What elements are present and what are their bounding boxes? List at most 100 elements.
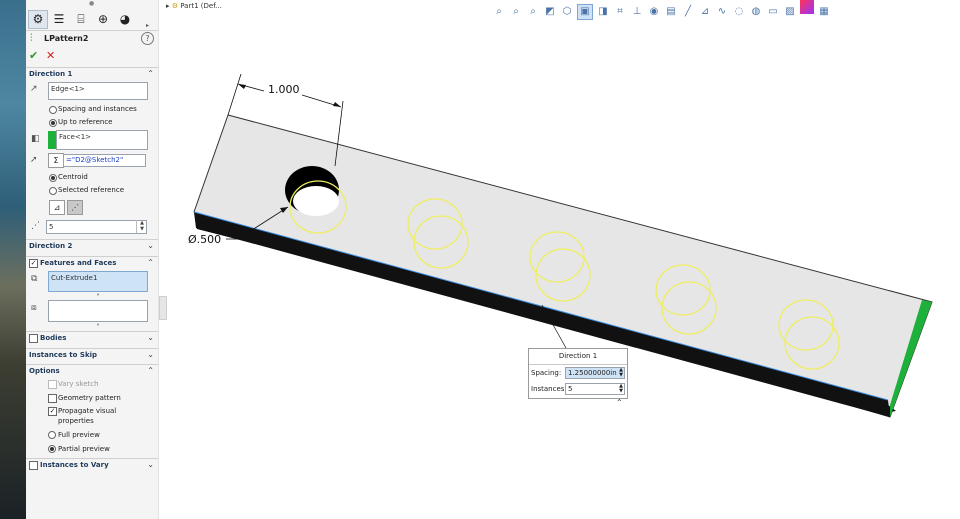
instances-vary-label: Instances to Vary — [40, 461, 109, 469]
instances-count-icon: ⋰ — [31, 221, 40, 231]
distance-dimension-label[interactable]: 1.000 — [268, 83, 300, 96]
tab-dimxpert-icon[interactable]: ⊕ — [94, 11, 112, 28]
instances-skip-section-header[interactable]: Instances to Skip ⌄ — [26, 348, 158, 363]
options-section-header[interactable]: Options ⌃ — [26, 364, 158, 379]
sketch-line-icon[interactable]: ╱ — [681, 5, 695, 19]
monitor-icon[interactable]: ▭ — [766, 5, 780, 19]
direction2-label: Direction 2 — [29, 242, 73, 250]
edit-appearance-icon[interactable]: ⊥ — [630, 5, 644, 19]
full-preview-label: Full preview — [58, 431, 100, 439]
offset-arrow-icon[interactable]: ➚ — [30, 155, 38, 165]
dim-extension-line — [227, 73, 242, 116]
tab-property-manager-icon[interactable]: ☰ — [50, 11, 68, 28]
zoom-to-area-icon[interactable]: ⌕ — [509, 5, 523, 19]
tab-feature-manager-icon[interactable]: ⚙ — [28, 10, 48, 29]
chevron-down-icon[interactable]: ⌄ — [147, 350, 154, 359]
direction1-callout: Direction 1 Spacing: 1.25000000in ▲ ▼ Ins… — [528, 348, 628, 399]
up-to-reference-radio[interactable] — [49, 119, 57, 127]
spacing-instances-radio[interactable] — [49, 106, 57, 114]
part-icon: ⚙ — [171, 2, 179, 10]
curve-tool-icon[interactable]: ∿ — [715, 5, 729, 19]
reference-face-field[interactable]: Face<1> — [56, 130, 148, 150]
partial-preview-radio[interactable] — [48, 445, 56, 453]
up-to-reference-label: Up to reference — [58, 118, 113, 126]
selected-reference-radio[interactable] — [49, 187, 57, 195]
display-style-icon[interactable]: ◨ — [596, 5, 610, 19]
sketch-tool-icon[interactable]: ⊿ — [698, 5, 712, 19]
cancel-close-icon[interactable]: ✕ — [46, 49, 55, 62]
features-to-pattern-icon: ⧉ — [31, 274, 38, 284]
help-icon[interactable]: ? — [141, 32, 154, 45]
vary-sketch-checkbox[interactable] — [48, 380, 57, 389]
chevron-down-icon[interactable]: ⌄ — [147, 241, 154, 250]
callout-spacing-input[interactable]: 1.25000000in ▲ ▼ — [565, 367, 625, 379]
bodies-section-header[interactable]: Bodies ⌄ — [26, 331, 158, 346]
direction1-edge-field[interactable]: Edge<1> — [48, 82, 148, 100]
dynamic-annotation-icon[interactable]: ⬡ — [560, 5, 574, 19]
feature-title: LPattern2 — [44, 34, 89, 43]
instances-skip-label: Instances to Skip — [29, 351, 98, 359]
list-resize-handle-icon[interactable]: • — [96, 291, 100, 299]
section-view-icon[interactable]: ◩ — [543, 5, 557, 19]
options-label: Options — [29, 367, 60, 375]
list-resize-handle-icon[interactable]: • — [96, 321, 100, 329]
faces-to-pattern-field[interactable] — [48, 300, 148, 322]
layout-icon[interactable]: ▦ — [817, 5, 831, 19]
callout-collapse-chevron-icon[interactable]: ⌃ — [616, 398, 623, 407]
chevron-down-icon[interactable]: ⌄ — [147, 460, 154, 469]
view-settings-icon[interactable]: ▤ — [664, 5, 678, 19]
breadcrumb[interactable]: ▸ ⚙ Part1 (Def... — [166, 2, 222, 10]
tab-configuration-manager-icon[interactable]: ⌸ — [72, 11, 90, 28]
tab-display-manager-icon[interactable]: ◕ — [116, 11, 134, 28]
features-to-pattern-field[interactable]: Cut-Extrude1 — [48, 271, 148, 292]
property-manager-panel: ● ⚙ ☰ ⌸ ⊕ ◕ ▸ ⫶ LPattern2 ? ✔ ✕ Directio… — [26, 0, 159, 519]
diameter-dimension-label[interactable]: Ø.500 — [188, 233, 221, 246]
previous-view-icon[interactable]: ⌕ — [526, 5, 540, 19]
chevron-down-icon[interactable]: ⌄ — [147, 333, 154, 342]
manager-tab-bar: ⚙ ☰ ⌸ ⊕ ◕ ▸ — [26, 10, 158, 31]
linear-pattern-icon: ⫶ — [30, 33, 33, 44]
instances-spinner-icon[interactable]: ▲ ▼ — [619, 384, 623, 394]
direction1-instances-input[interactable]: 5 — [46, 220, 147, 234]
faces-to-pattern-icon: ⧈ — [31, 303, 37, 313]
color-swatch-icon[interactable] — [800, 0, 814, 14]
direction-arrow-icon: ↗ — [30, 84, 38, 94]
callout-divider — [529, 364, 627, 365]
spacing-spinner-icon[interactable]: ▲ ▼ — [619, 368, 623, 378]
instances-label: Instances: — [531, 385, 567, 393]
sigma-equation-icon[interactable]: Σ — [48, 153, 64, 168]
centroid-radio[interactable] — [49, 174, 57, 182]
full-preview-radio[interactable] — [48, 431, 56, 439]
panel-drag-handle[interactable]: ● — [89, 0, 94, 7]
tab-scroll-icon[interactable]: ▸ — [146, 22, 149, 29]
geometry-pattern-label: Geometry pattern — [58, 394, 121, 402]
shading-icon[interactable]: ◌ — [732, 5, 746, 19]
bodies-checkbox[interactable] — [29, 334, 38, 343]
direction2-section-header[interactable]: Direction 2 ⌄ — [26, 239, 158, 254]
features-faces-section-header[interactable]: ✓ Features and Faces ⌃ — [26, 256, 158, 271]
hide-show-items-icon[interactable]: ⌗ — [613, 5, 627, 19]
geometry-pattern-checkbox[interactable] — [48, 394, 57, 403]
realview-icon[interactable]: ◍ — [749, 5, 763, 19]
instance-mode-icon[interactable]: ⋰ — [67, 200, 83, 215]
propagate-visual-checkbox[interactable]: ✓ — [48, 407, 57, 416]
features-faces-checkbox[interactable]: ✓ — [29, 259, 38, 268]
callout-instances-input[interactable]: 5 ▲ ▼ — [565, 383, 625, 395]
chevron-up-icon[interactable]: ⌃ — [147, 258, 154, 267]
apply-scene-icon[interactable]: ◉ — [647, 5, 661, 19]
ok-check-icon[interactable]: ✔ — [29, 49, 38, 62]
breadcrumb-part: Part1 (Def... — [180, 2, 222, 10]
spacing-mode-icon[interactable]: ⊿ — [49, 200, 65, 215]
propagate-visual-label: Propagate visual — [58, 407, 117, 415]
instances-vary-section-header[interactable]: Instances to Vary ⌄ — [26, 458, 158, 473]
direction1-section-header[interactable]: Direction 1 ⌃ — [26, 67, 158, 82]
selected-reference-label: Selected reference — [58, 186, 124, 194]
chevron-up-icon[interactable]: ⌃ — [147, 366, 154, 375]
instances-spinner-icon[interactable]: ▲ ▼ — [136, 220, 147, 233]
reference-color-swatch — [48, 131, 56, 149]
stripes-icon[interactable]: ▨ — [783, 5, 797, 19]
instances-vary-checkbox[interactable] — [29, 461, 38, 470]
zoom-to-fit-icon[interactable]: ⌕ — [492, 5, 506, 19]
chevron-up-icon[interactable]: ⌃ — [147, 69, 154, 78]
offset-equation-field[interactable]: ="D2@Sketch2" — [63, 154, 146, 167]
